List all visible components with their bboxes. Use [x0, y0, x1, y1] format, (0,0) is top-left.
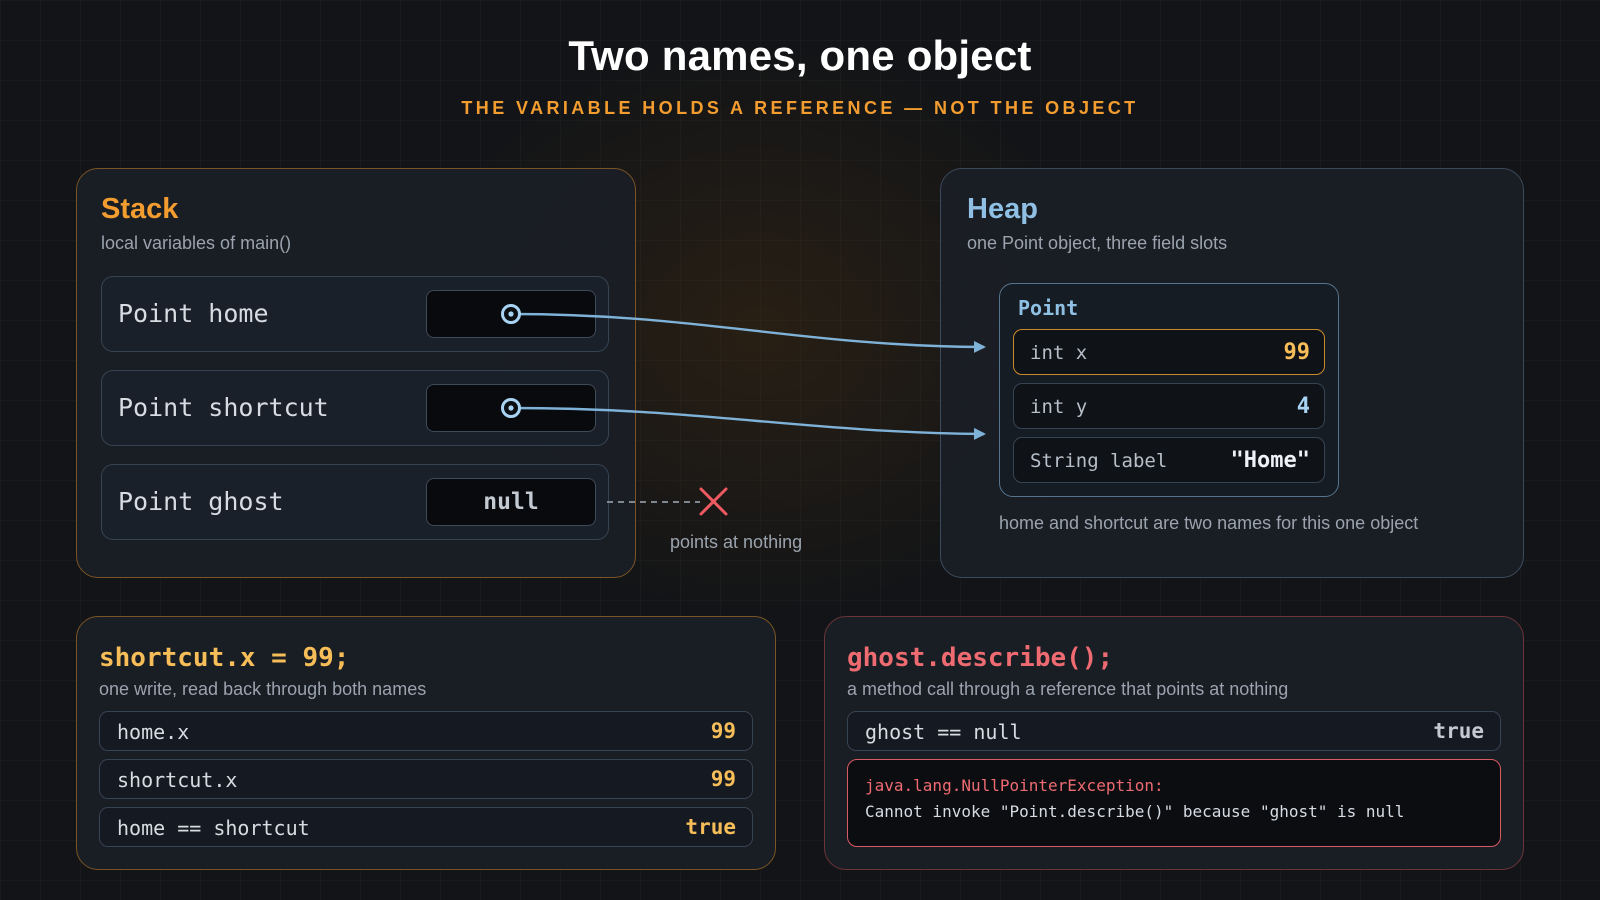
- stack-title: Stack: [101, 193, 179, 225]
- check-row: shortcut.x 99: [99, 759, 753, 799]
- exception-type: java.lang.NullPointerException:: [865, 776, 1164, 795]
- assignment-code: shortcut.x = 99;: [99, 643, 350, 673]
- call-code: ghost.describe();: [847, 643, 1114, 673]
- var-label: Point home: [118, 299, 269, 328]
- check-label: ghost == null: [865, 720, 1022, 744]
- check-value: 99: [710, 767, 736, 791]
- stack-var-home: Point home: [101, 276, 609, 352]
- stack-panel: Stack local variables of main() Point ho…: [76, 168, 636, 578]
- point-object: Point int x 99 int y 4 String label "Hom…: [999, 283, 1339, 497]
- heap-title: Heap: [967, 193, 1038, 225]
- var-label: Point shortcut: [118, 393, 329, 422]
- stack-subtitle: local variables of main(): [101, 233, 292, 253]
- null-cross-icon: [699, 487, 728, 516]
- field-value: 4: [1296, 394, 1310, 419]
- check-label: home == shortcut: [117, 816, 310, 840]
- assignment-panel: shortcut.x = 99; one write, read back th…: [76, 616, 776, 870]
- null-call-panel: ghost.describe(); a method call through …: [824, 616, 1524, 870]
- reference-slot-shortcut: [426, 384, 596, 432]
- check-row: ghost == null true: [847, 711, 1501, 751]
- heap-note: home and shortcut are two names for this…: [999, 513, 1419, 533]
- field-y: int y 4: [1013, 383, 1325, 429]
- field-label: int x: [1030, 342, 1088, 364]
- exception-message: Cannot invoke "Point.describe()" because…: [865, 802, 1405, 821]
- stack-var-ghost: Point ghost null: [101, 464, 609, 540]
- heap-panel: Heap one Point object, three field slots…: [940, 168, 1524, 578]
- heap-subtitle: one Point object, three field slots: [967, 233, 1228, 253]
- check-row: home == shortcut true: [99, 807, 753, 847]
- assignment-subtitle: one write, read back through both names: [99, 679, 427, 699]
- field-label-string: String label "Home": [1013, 437, 1325, 483]
- check-value: 99: [710, 719, 736, 743]
- reference-slot-ghost: null: [426, 478, 596, 526]
- object-class-name: Point: [1018, 296, 1079, 320]
- exception-box: java.lang.NullPointerException: Cannot i…: [847, 759, 1501, 847]
- null-value: null: [483, 489, 539, 515]
- reference-slot-home: [426, 290, 596, 338]
- field-label: int y: [1030, 396, 1088, 418]
- call-subtitle: a method call through a reference that p…: [847, 679, 1289, 699]
- stack-var-shortcut: Point shortcut: [101, 370, 609, 446]
- null-note: points at nothing: [670, 532, 803, 552]
- var-label: Point ghost: [118, 487, 284, 516]
- check-value: true: [685, 815, 736, 839]
- field-label: String label: [1030, 450, 1168, 472]
- field-value: 99: [1283, 340, 1311, 365]
- page-title: Two names, one object: [568, 32, 1032, 79]
- field-x: int x 99: [1013, 329, 1325, 375]
- check-label: home.x: [117, 720, 190, 744]
- field-value: "Home": [1230, 448, 1310, 473]
- check-label: shortcut.x: [117, 768, 238, 792]
- check-row: home.x 99: [99, 711, 753, 751]
- page-subtitle: THE VARIABLE HOLDS A REFERENCE — NOT THE…: [461, 98, 1139, 118]
- check-value: true: [1433, 719, 1484, 743]
